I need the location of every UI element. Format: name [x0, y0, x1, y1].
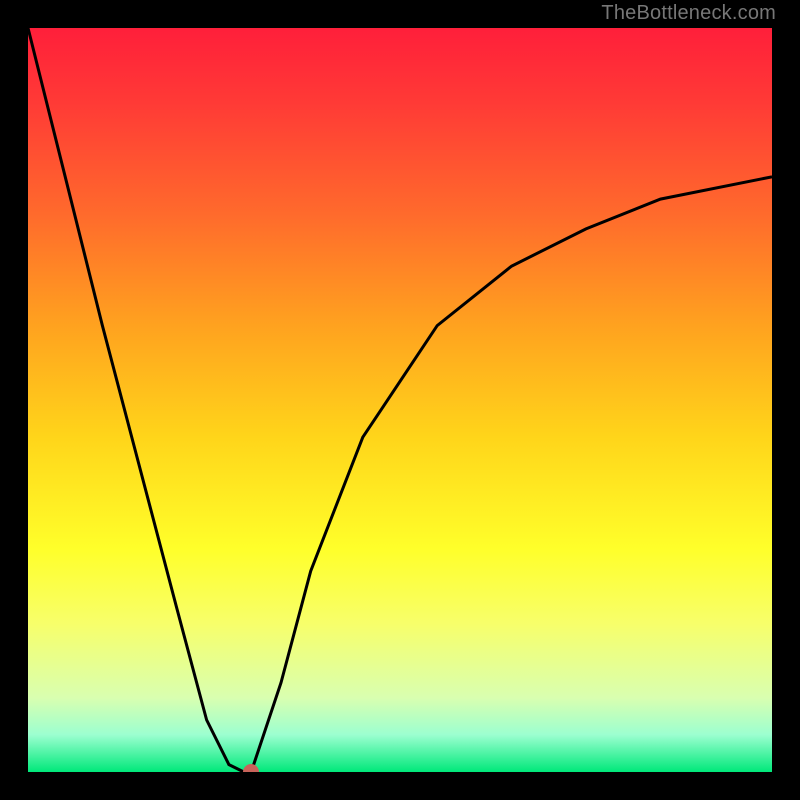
- curve-svg: [28, 28, 772, 772]
- curve-path: [28, 28, 772, 772]
- chart-frame: TheBottleneck.com: [0, 0, 800, 800]
- watermark-text: TheBottleneck.com: [601, 2, 776, 25]
- plot-area: [28, 28, 772, 772]
